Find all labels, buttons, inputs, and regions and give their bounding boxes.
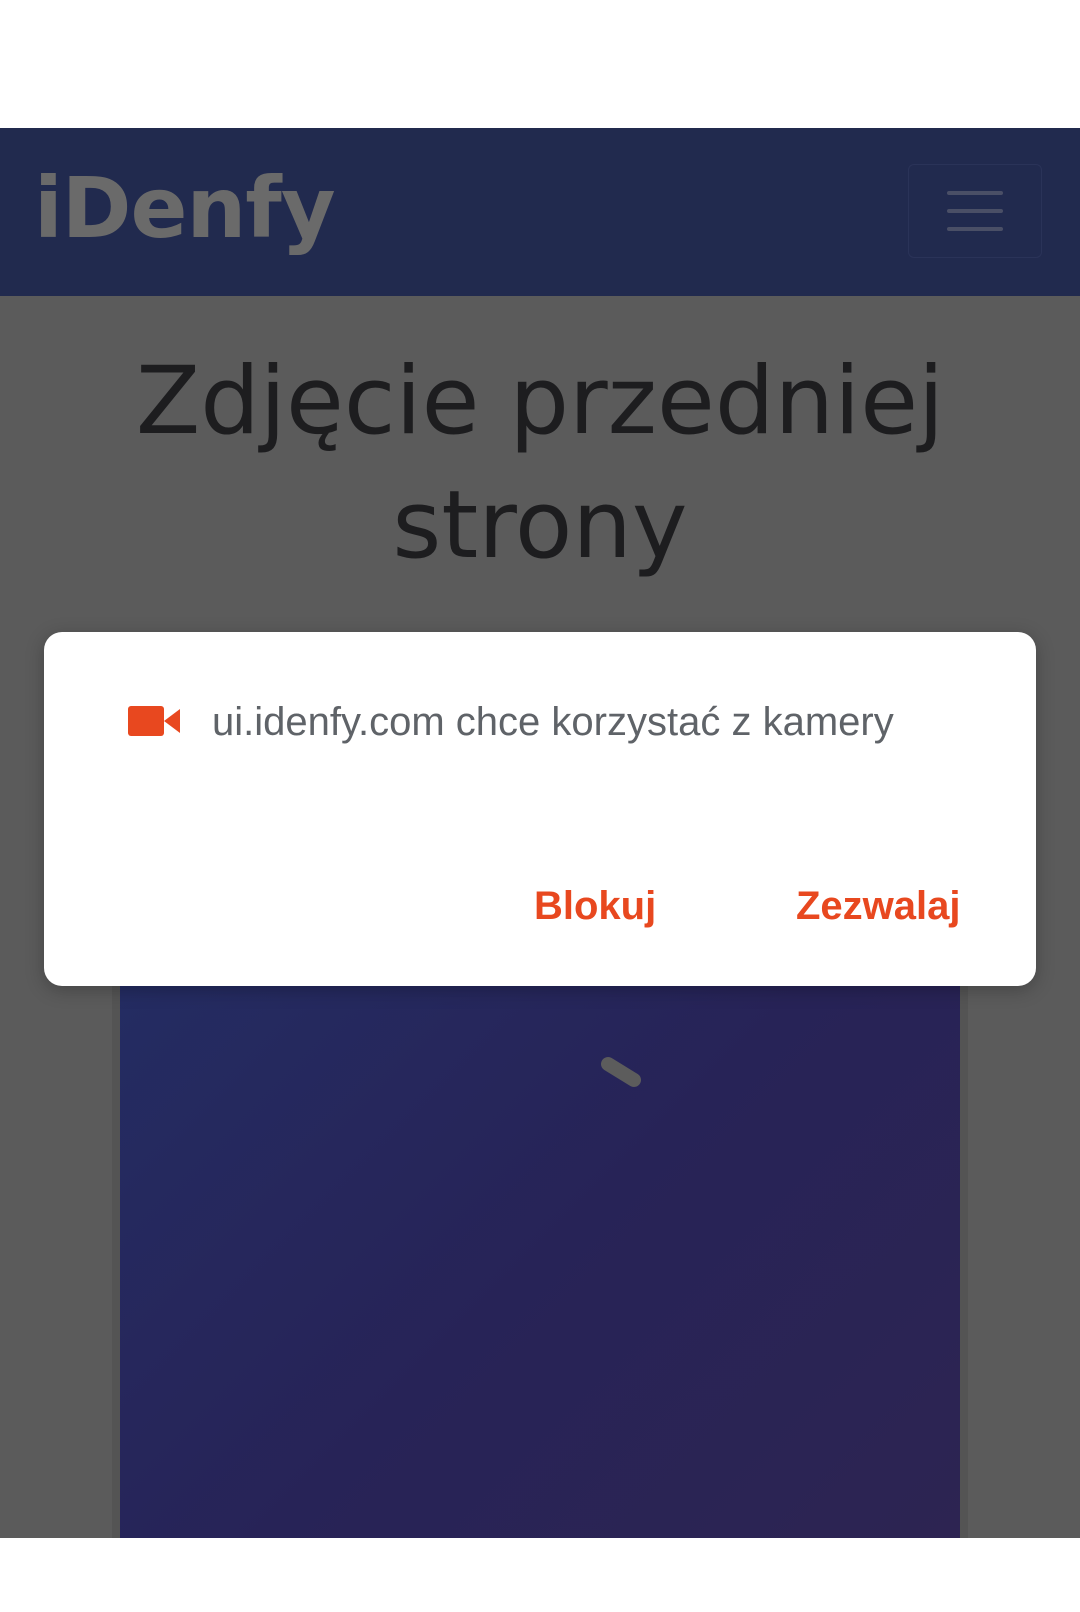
camera-frame-border-left	[112, 986, 120, 1538]
hamburger-menu-icon-bar	[947, 209, 1003, 213]
hamburger-menu-button[interactable]	[908, 164, 1042, 258]
logo[interactable]: iDenfy	[34, 158, 336, 258]
navbar: iDenfy	[0, 128, 1080, 296]
screen: iDenfy Zdjęcie przedniej strony ui.idenf…	[0, 0, 1080, 1612]
hamburger-menu-icon	[947, 191, 1003, 195]
camera-permission-dialog: ui.idenfy.com chce korzystać z kamery Bl…	[44, 632, 1036, 986]
camera-frame-border-right	[960, 986, 968, 1538]
page-title: Zdjęcie przedniej strony	[135, 347, 945, 580]
hamburger-menu-icon-bar	[947, 227, 1003, 231]
permission-message: ui.idenfy.com chce korzystać z kamery	[212, 700, 894, 744]
video-camera-icon	[128, 706, 180, 736]
loading-spinner-icon	[601, 1057, 641, 1087]
bottom-bar-area	[0, 1538, 1080, 1612]
camera-preview	[120, 986, 960, 1538]
status-bar-area	[0, 0, 1080, 128]
allow-button[interactable]: Zezwalaj	[796, 882, 961, 930]
block-button[interactable]: Blokuj	[534, 882, 656, 930]
